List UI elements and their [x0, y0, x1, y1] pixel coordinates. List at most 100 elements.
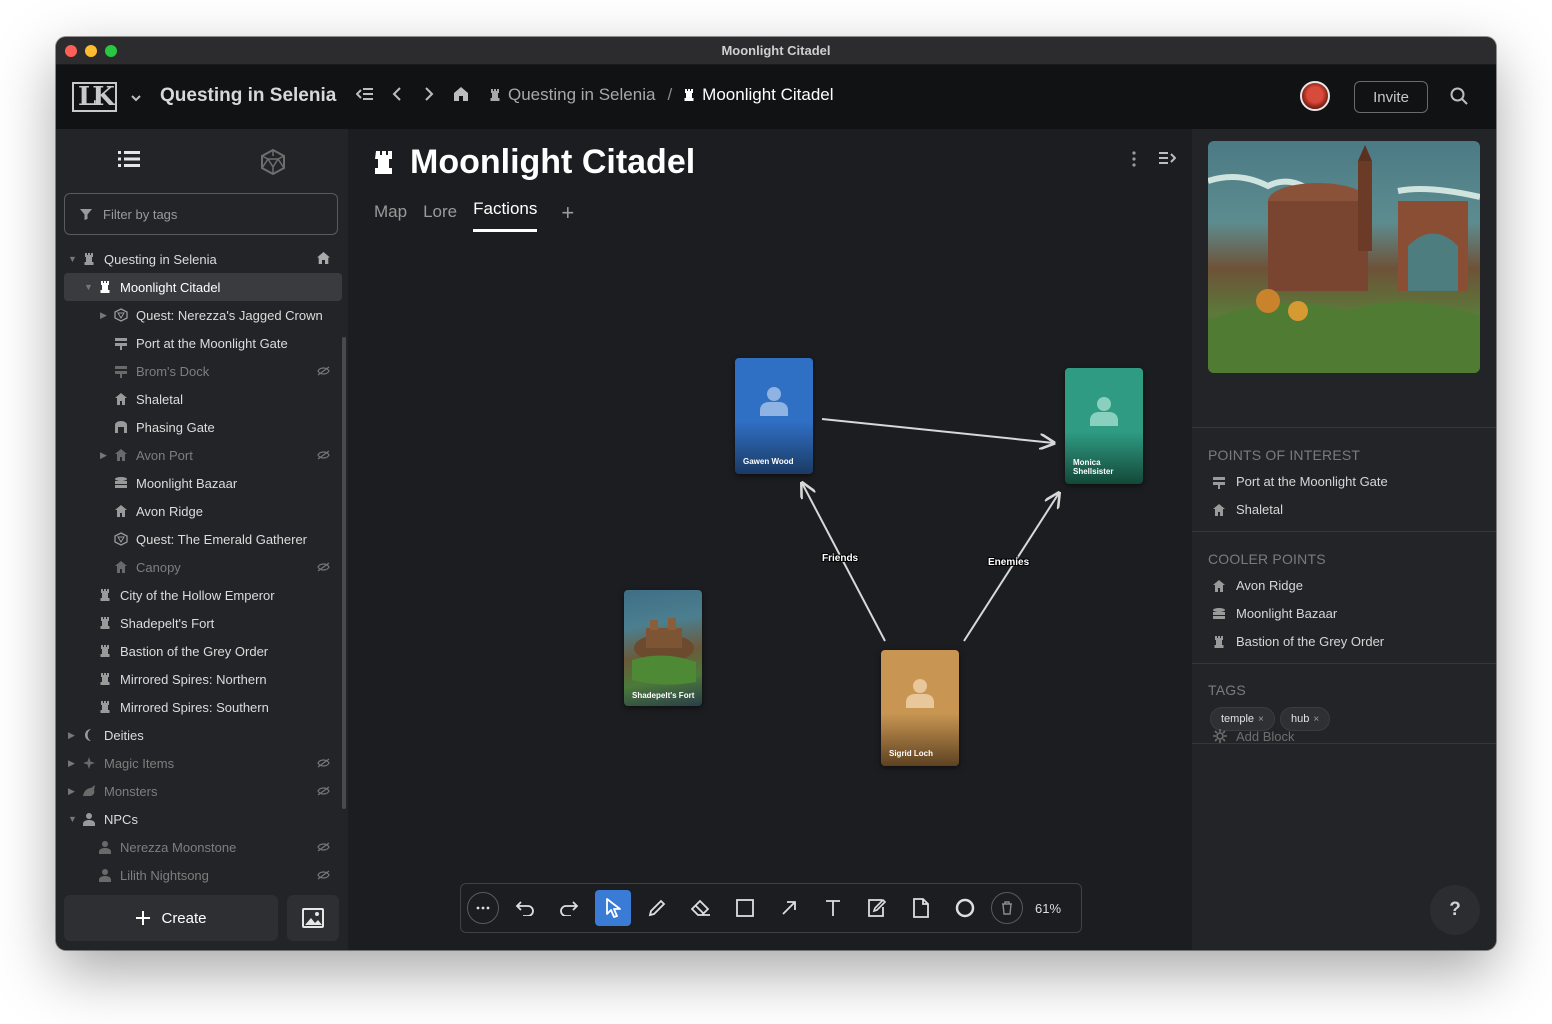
minimize-window-button[interactable]: [85, 45, 97, 57]
tree-item[interactable]: ▶ Monsters: [64, 777, 342, 805]
select-cursor-icon[interactable]: [595, 890, 631, 926]
poi-link[interactable]: Port at the Moonlight Gate: [1212, 474, 1388, 489]
image-upload-button[interactable]: [287, 895, 339, 941]
location-image[interactable]: [1208, 141, 1480, 373]
more-vertical-icon[interactable]: [1132, 151, 1136, 172]
tab-lore[interactable]: Lore: [423, 202, 457, 232]
tree-item[interactable]: Mirrored Spires: Northern: [64, 665, 342, 693]
tree-item[interactable]: Port at the Moonlight Gate: [64, 329, 342, 357]
page-icon[interactable]: [903, 890, 939, 926]
chevron-down-icon[interactable]: [130, 91, 142, 109]
eye-slash-icon[interactable]: [317, 868, 330, 883]
npc-card-gawen-wood[interactable]: Gawen Wood: [735, 358, 813, 474]
poi-link[interactable]: Shaletal: [1212, 502, 1283, 517]
tab-factions[interactable]: Factions: [473, 199, 538, 232]
redo-icon[interactable]: [551, 890, 587, 926]
expand-arrow-icon[interactable]: ▼: [84, 282, 94, 292]
tree-item[interactable]: ▶ Deities: [64, 721, 342, 749]
invite-button[interactable]: Invite: [1354, 81, 1428, 113]
breadcrumb-world[interactable]: Questing in Selenia: [508, 85, 655, 105]
rectangle-icon[interactable]: [727, 890, 763, 926]
npc-card-monica-shellsister[interactable]: Monica Shellsister: [1065, 368, 1143, 484]
app-logo[interactable]: LK: [72, 82, 122, 112]
tree-item[interactable]: ▶ Quest: Nerezza's Jagged Crown: [64, 301, 342, 329]
list-view-icon[interactable]: [118, 150, 140, 173]
eye-slash-icon[interactable]: [317, 364, 330, 379]
breadcrumb-current[interactable]: Moonlight Citadel: [702, 85, 833, 105]
add-tab-icon[interactable]: +: [561, 202, 574, 232]
tree-item[interactable]: ▼ Moonlight Citadel: [64, 273, 342, 301]
home-icon[interactable]: [452, 85, 470, 103]
search-icon[interactable]: [1450, 87, 1468, 110]
world-name[interactable]: Questing in Selenia: [160, 85, 336, 107]
home-icon[interactable]: [317, 251, 330, 267]
collapse-arrow-icon[interactable]: ▶: [100, 450, 110, 461]
tree-item[interactable]: Avon Ridge: [64, 497, 342, 525]
eraser-icon[interactable]: [683, 890, 719, 926]
maximize-window-button[interactable]: [105, 45, 117, 57]
tree-item[interactable]: Brom's Dock: [64, 357, 342, 385]
tree-item[interactable]: ▼ NPCs: [64, 805, 342, 833]
tree-item[interactable]: Shadepelt's Fort: [64, 609, 342, 637]
note-icon[interactable]: [859, 890, 895, 926]
tree-item[interactable]: City of the Hollow Emperor: [64, 581, 342, 609]
zoom-level[interactable]: 61%: [1035, 901, 1061, 916]
tree-item[interactable]: ▼ Questing in Selenia: [64, 245, 342, 273]
collapse-sidebar-icon[interactable]: [356, 85, 374, 103]
eye-slash-icon[interactable]: [317, 840, 330, 855]
whiteboard-canvas[interactable]: Friends Enemies Gawen Wood Monica Shells…: [348, 269, 1192, 950]
pencil-icon[interactable]: [639, 890, 675, 926]
remove-tag-icon[interactable]: ×: [1313, 714, 1319, 725]
tree-item[interactable]: ▶ Avon Port: [64, 441, 342, 469]
poi-link[interactable]: Moonlight Bazaar: [1212, 606, 1337, 621]
close-window-button[interactable]: [65, 45, 77, 57]
more-horizontal-icon[interactable]: [467, 892, 499, 924]
undo-icon[interactable]: [507, 890, 543, 926]
tree-item[interactable]: ▶ Magic Items: [64, 749, 342, 777]
arrow-tool-icon[interactable]: [771, 890, 807, 926]
trash-icon[interactable]: [991, 892, 1023, 924]
tree-item[interactable]: Quest: The Emerald Gatherer: [64, 525, 342, 553]
forward-arrow-icon[interactable]: [420, 85, 438, 103]
help-button[interactable]: ?: [1430, 885, 1480, 935]
eye-slash-icon[interactable]: [317, 448, 330, 463]
add-block-button[interactable]: Add Block: [1212, 728, 1295, 744]
collapse-arrow-icon[interactable]: ▶: [68, 758, 78, 769]
tag-filter[interactable]: [64, 193, 338, 235]
user-avatar[interactable]: [1300, 81, 1330, 111]
eye-slash-icon[interactable]: [317, 756, 330, 771]
tree-item[interactable]: Bastion of the Grey Order: [64, 637, 342, 665]
tree-item[interactable]: Canopy: [64, 553, 342, 581]
tree-item[interactable]: Lilith Nightsong: [64, 861, 342, 889]
tree-item[interactable]: Shaletal: [64, 385, 342, 413]
circle-tool-icon[interactable]: [947, 890, 983, 926]
expand-arrow-icon[interactable]: ▼: [68, 814, 78, 824]
filter-input[interactable]: [103, 206, 323, 222]
eye-slash-icon[interactable]: [317, 784, 330, 799]
create-button[interactable]: Create: [64, 895, 278, 941]
tree-item[interactable]: Nerezza Moonstone: [64, 833, 342, 861]
arrow-gawen-to-monica[interactable]: [821, 418, 1054, 443]
tab-map[interactable]: Map: [374, 202, 407, 232]
back-arrow-icon[interactable]: [388, 85, 406, 103]
collapse-panel-icon[interactable]: [1158, 151, 1177, 170]
tree-item[interactable]: Mirrored Spires: Southern: [64, 693, 342, 721]
sidebar-scrollbar[interactable]: [342, 337, 346, 809]
text-tool-icon[interactable]: [815, 890, 851, 926]
npc-card-sigrid-loch[interactable]: Sigrid Loch: [881, 650, 959, 766]
d20-icon[interactable]: [260, 148, 286, 180]
tree-item[interactable]: Phasing Gate: [64, 413, 342, 441]
page-title[interactable]: Moonlight Citadel: [410, 143, 695, 182]
remove-tag-icon[interactable]: ×: [1258, 714, 1264, 725]
collapse-arrow-icon[interactable]: ▶: [100, 310, 110, 321]
poi-link[interactable]: Avon Ridge: [1212, 578, 1303, 593]
poi-link[interactable]: Bastion of the Grey Order: [1212, 634, 1384, 649]
edge-label-friends[interactable]: Friends: [822, 553, 858, 564]
expand-arrow-icon[interactable]: ▼: [68, 254, 78, 264]
eye-slash-icon[interactable]: [317, 560, 330, 575]
edge-label-enemies[interactable]: Enemies: [988, 557, 1029, 568]
collapse-arrow-icon[interactable]: ▶: [68, 786, 78, 797]
tree-item[interactable]: Moonlight Bazaar: [64, 469, 342, 497]
location-card-shadepelts-fort[interactable]: Shadepelt's Fort: [624, 590, 702, 706]
collapse-arrow-icon[interactable]: ▶: [68, 730, 78, 741]
